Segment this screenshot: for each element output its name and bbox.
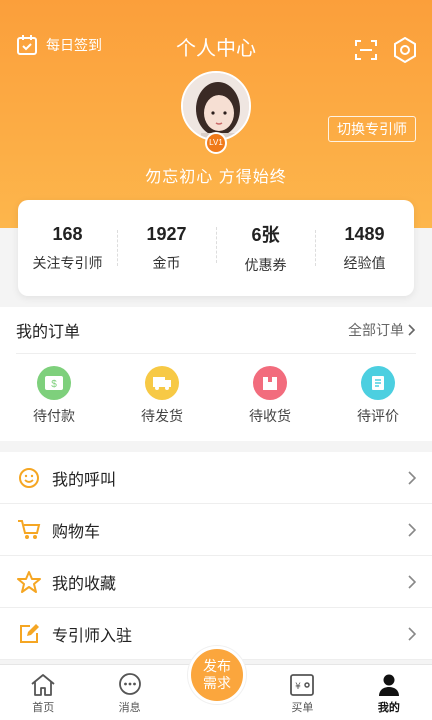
tab-label: 首页 — [32, 702, 55, 714]
tab-pay[interactable]: ¥ 买单 — [259, 665, 345, 720]
stat-value: 1489 — [344, 223, 385, 244]
user-motto: 勿忘初心 方得始终 — [145, 169, 287, 186]
scan-icon[interactable] — [354, 38, 378, 62]
settings-icon[interactable] — [393, 37, 417, 63]
order-pending-receipt[interactable]: 待收货 — [216, 366, 324, 426]
tab-label: 我的 — [377, 702, 400, 714]
cart-icon — [16, 517, 42, 543]
chevron-right-icon — [408, 574, 416, 589]
user-icon — [378, 674, 399, 696]
order-item-label: 待发货 — [141, 408, 183, 424]
level-badge: LV1 — [205, 132, 227, 154]
order-status-list: $ 待付款 待发货 待收货 待评价 — [0, 354, 432, 426]
stat-label: 经验值 — [343, 254, 386, 271]
message-icon — [118, 673, 141, 695]
stats-card: 168 关注专引师 1927 金币 6张 优惠券 1489 经验值 — [18, 200, 414, 296]
tab-label: 消息 — [118, 702, 141, 714]
order-item-label: 待收货 — [249, 408, 291, 424]
menu-item-label: 购物车 — [52, 523, 101, 541]
stat-coins[interactable]: 1927 金币 — [117, 224, 216, 273]
menu-list: 我的呼叫 购物车 我的收藏 专引师入驻 — [0, 452, 432, 660]
menu-item-label: 我的呼叫 — [52, 471, 117, 489]
stat-label: 金币 — [152, 254, 181, 271]
stat-experience[interactable]: 1489 经验值 — [315, 224, 414, 273]
stat-coupons[interactable]: 6张 优惠券 — [216, 221, 315, 275]
order-pending-payment[interactable]: $ 待付款 — [0, 366, 108, 426]
wallet-icon: $ — [37, 366, 71, 400]
menu-my-calls[interactable]: 我的呼叫 — [0, 452, 432, 504]
chevron-right-icon — [408, 470, 416, 485]
profile-header: 每日签到 个人中心 LV1 切换专引师 勿忘初心 方得始终 — [0, 0, 432, 228]
home-icon — [31, 674, 55, 696]
stat-label: 优惠券 — [244, 257, 287, 273]
tab-label: 买单 — [291, 702, 314, 714]
tab-home[interactable]: 首页 — [0, 665, 86, 720]
stat-value: 1927 — [146, 223, 187, 244]
pay-icon: ¥ — [290, 674, 315, 696]
menu-item-label: 专引师入驻 — [52, 627, 133, 645]
tab-messages[interactable]: 消息 — [86, 665, 172, 720]
stat-value: 6张 — [251, 225, 280, 245]
stat-followed-guides[interactable]: 168 关注专引师 — [18, 224, 117, 273]
stat-label: 关注专引师 — [32, 254, 103, 271]
review-icon — [361, 366, 395, 400]
publish-label: 发布需求 — [203, 658, 231, 691]
tab-mine[interactable]: 我的 — [346, 665, 432, 720]
order-pending-shipment[interactable]: 待发货 — [108, 366, 216, 426]
my-orders-section: 我的订单 全部订单 $ 待付款 待发货 待收货 待评价 — [0, 307, 432, 441]
all-orders-label: 全部订单 — [348, 322, 404, 338]
svg-text:¥: ¥ — [296, 682, 302, 692]
order-item-label: 待付款 — [33, 408, 75, 424]
publish-request-button[interactable]: 发布需求 — [188, 646, 246, 704]
avatar-portrait — [183, 73, 249, 139]
menu-shopping-cart[interactable]: 购物车 — [0, 504, 432, 556]
menu-my-favorites[interactable]: 我的收藏 — [0, 556, 432, 608]
chevron-right-icon — [408, 626, 416, 641]
avatar[interactable] — [181, 71, 251, 141]
all-orders-link[interactable]: 全部订单 — [348, 320, 416, 340]
smile-icon — [16, 465, 42, 491]
truck-icon — [145, 366, 179, 400]
orders-title: 我的订单 — [16, 324, 81, 341]
order-item-label: 待评价 — [357, 408, 399, 424]
chevron-right-icon — [408, 324, 416, 336]
stat-value: 168 — [52, 223, 83, 244]
package-icon — [253, 366, 287, 400]
order-pending-review[interactable]: 待评价 — [324, 366, 432, 426]
menu-item-label: 我的收藏 — [52, 575, 117, 593]
star-icon — [16, 569, 42, 595]
svg-text:$: $ — [51, 379, 57, 390]
edit-icon — [16, 621, 42, 647]
orders-header: 我的订单 全部订单 — [0, 307, 432, 353]
chevron-right-icon — [408, 522, 416, 537]
switch-guide-button[interactable]: 切换专引师 — [328, 116, 416, 142]
